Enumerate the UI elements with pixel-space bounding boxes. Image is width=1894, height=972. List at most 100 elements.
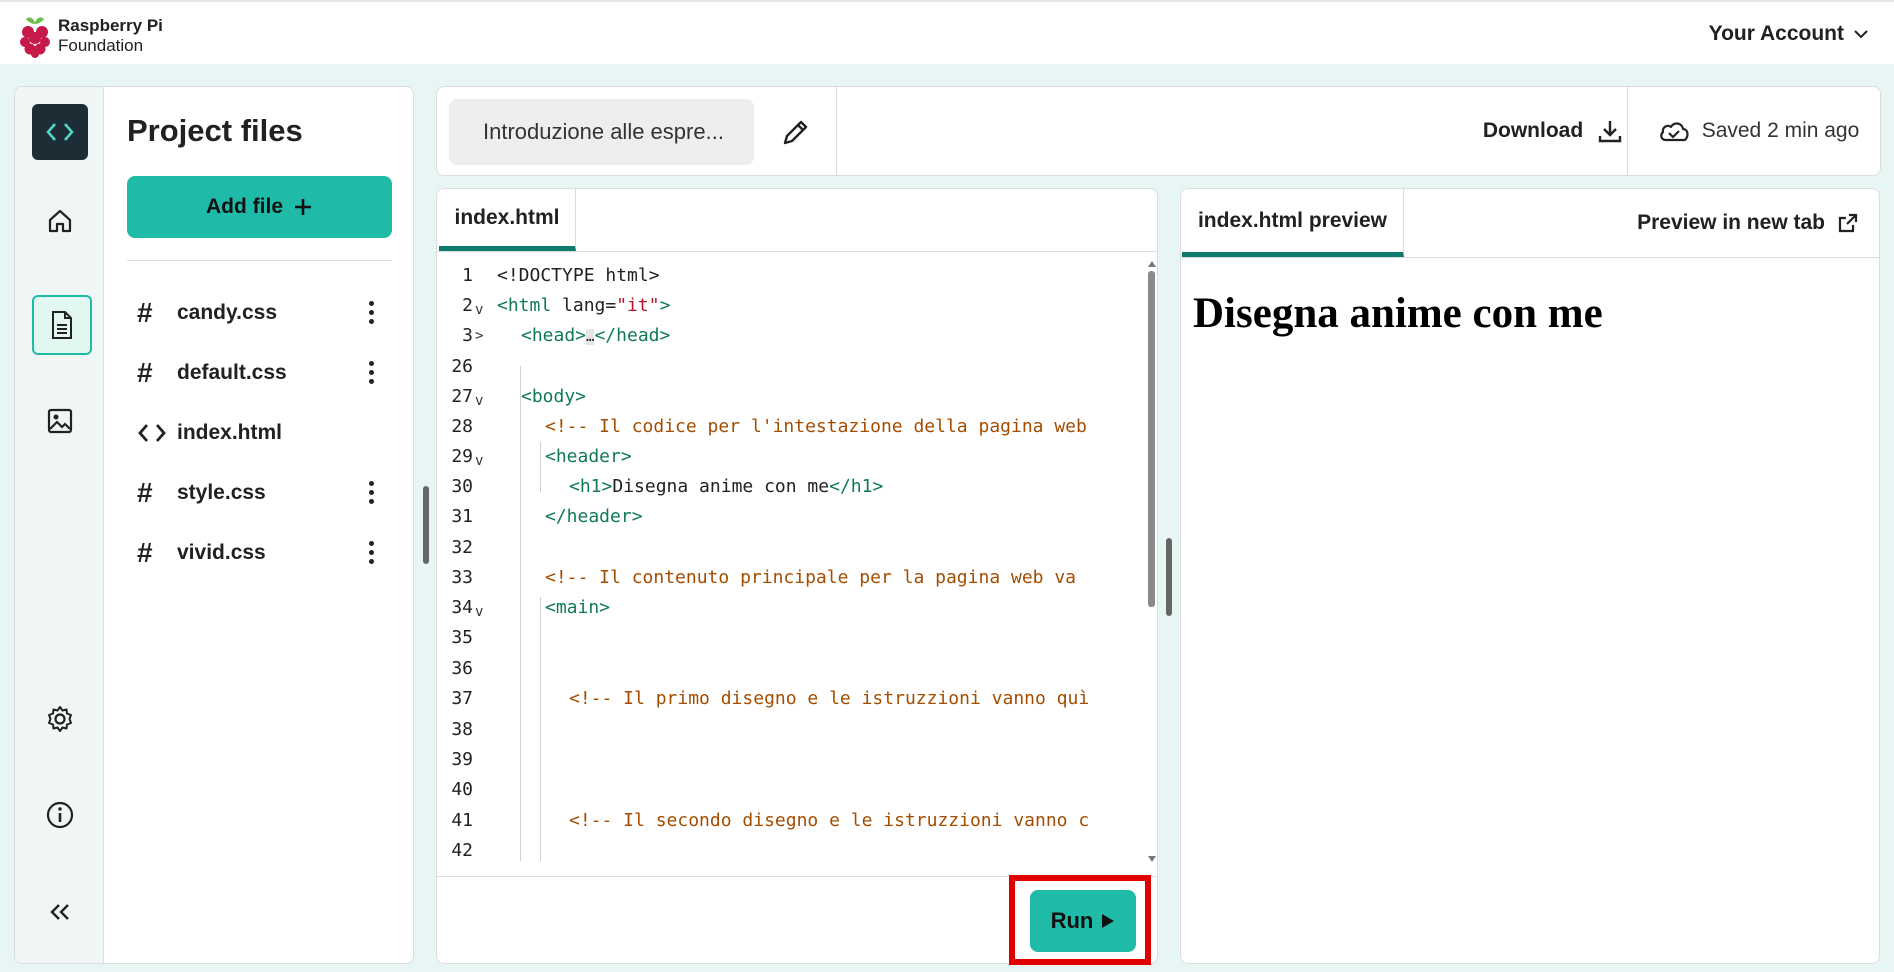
code-icon bbox=[137, 422, 177, 444]
more-options-icon[interactable] bbox=[368, 481, 374, 505]
tab-preview[interactable]: index.html preview bbox=[1182, 189, 1404, 257]
preview-heading: Disegna anime con me bbox=[1193, 290, 1603, 337]
preview-panel: index.html preview Preview in new tab Di… bbox=[1180, 188, 1880, 964]
code-line: 40 bbox=[437, 775, 1145, 805]
file-name: style.css bbox=[177, 481, 266, 504]
run-button[interactable]: Run bbox=[1030, 890, 1136, 952]
editor-logo-button[interactable] bbox=[32, 104, 88, 160]
file-name: default.css bbox=[177, 361, 287, 384]
code-text: <body> bbox=[521, 386, 587, 407]
line-number: 40 bbox=[451, 779, 473, 800]
code-text: <html lang="it"> bbox=[497, 295, 671, 316]
code-line: 41 <!-- Il secondo disegno e le istruzzio… bbox=[437, 806, 1145, 836]
more-options-icon[interactable] bbox=[368, 361, 374, 385]
scroll-up-icon[interactable] bbox=[1148, 261, 1156, 267]
code-line: 3 > <head>…</head> bbox=[437, 321, 1145, 351]
line-number: 41 bbox=[451, 810, 473, 831]
external-link-icon bbox=[1838, 213, 1858, 233]
cloud-check-icon bbox=[1659, 122, 1689, 142]
line-number: 2 bbox=[462, 295, 473, 316]
file-item-candy-css[interactable]: # candy.css bbox=[137, 293, 392, 333]
code-line: 31 </header> bbox=[437, 502, 1145, 532]
preview-new-tab-label: Preview in new tab bbox=[1637, 211, 1825, 234]
download-icon bbox=[1598, 121, 1622, 143]
panel-resize-handle[interactable] bbox=[1166, 538, 1172, 616]
code-line: 39 bbox=[437, 745, 1145, 775]
sidebar-rail bbox=[15, 87, 104, 963]
file-item-vivid-css[interactable]: # vivid.css bbox=[137, 533, 392, 573]
tab-index-html[interactable]: index.html bbox=[439, 189, 576, 251]
code-line: 42 bbox=[437, 836, 1145, 861]
file-item-index-html[interactable]: index.html bbox=[137, 413, 392, 453]
collapse-sidebar-button[interactable] bbox=[32, 884, 88, 940]
line-number: 27 bbox=[451, 386, 473, 407]
code-comment: <!-- Il secondo disegno e le istruzzioni… bbox=[569, 810, 1090, 831]
file-item-style-css[interactable]: # style.css bbox=[137, 473, 392, 513]
account-menu[interactable]: Your Account bbox=[1709, 22, 1868, 46]
project-name[interactable]: Introduzione alle espre... bbox=[449, 99, 754, 165]
code-text: <head>…</head> bbox=[521, 325, 671, 346]
code-editor-panel: index.html 1 <!DOCTYPE html> 2 v <html lang… bbox=[436, 188, 1158, 964]
code-line: 36 bbox=[437, 654, 1145, 684]
add-file-button[interactable]: Add file bbox=[127, 176, 392, 238]
line-number: 3 bbox=[462, 325, 473, 346]
info-button[interactable] bbox=[32, 787, 88, 843]
code-comment: <!-- Il contenuto principale per la pagi… bbox=[545, 567, 1077, 588]
line-number: 29 bbox=[451, 446, 473, 467]
double-chevron-left-icon bbox=[50, 904, 69, 920]
sidebar: Project files Add file # candy.css # def… bbox=[14, 86, 414, 964]
home-button[interactable] bbox=[32, 193, 88, 249]
more-options-icon[interactable] bbox=[368, 541, 374, 565]
line-number: 38 bbox=[451, 719, 473, 740]
plus-icon bbox=[295, 199, 311, 215]
download-button[interactable]: Download bbox=[1453, 87, 1653, 175]
line-number: 30 bbox=[451, 476, 473, 497]
code-area[interactable]: 1 <!DOCTYPE html> 2 v <html lang="it"> 3 > <h… bbox=[437, 261, 1145, 861]
code-line: 33 <!-- Il contenuto principale per la pa… bbox=[437, 563, 1145, 593]
scroll-down-icon[interactable] bbox=[1148, 856, 1156, 862]
pencil-icon[interactable] bbox=[779, 115, 813, 149]
sidebar-resize-handle[interactable] bbox=[423, 486, 429, 564]
top-bar: Raspberry Pi Foundation Your Account bbox=[0, 0, 1894, 64]
images-button[interactable] bbox=[32, 393, 88, 449]
preview-new-tab-button[interactable]: Preview in new tab bbox=[1637, 189, 1859, 257]
code-line: 2 v <html lang="it"> bbox=[437, 291, 1145, 321]
save-status: Saved 2 min ago bbox=[1637, 87, 1880, 175]
file-icon bbox=[52, 311, 72, 339]
code-icon bbox=[46, 123, 74, 141]
project-files-button[interactable] bbox=[32, 295, 92, 355]
line-number: 1 bbox=[462, 265, 473, 286]
info-icon bbox=[46, 801, 74, 829]
hash-icon: # bbox=[137, 477, 153, 508]
code-line: 37 <!-- Il primo disegno e le istruzzioni… bbox=[437, 684, 1145, 714]
code-text: <header> bbox=[545, 446, 632, 467]
code-comment: <!-- Il codice per l'intestazione della … bbox=[545, 416, 1087, 437]
file-item-default-css[interactable]: # default.css bbox=[137, 353, 392, 393]
code-line: 38 bbox=[437, 715, 1145, 745]
code-text: <!DOCTYPE html> bbox=[497, 265, 660, 286]
divider bbox=[836, 87, 837, 175]
gear-icon bbox=[48, 706, 72, 732]
hash-icon: # bbox=[137, 537, 153, 568]
line-number: 36 bbox=[451, 658, 473, 679]
settings-button[interactable] bbox=[32, 691, 88, 747]
raspberry-pi-logo-icon[interactable] bbox=[16, 13, 54, 59]
code-text: </header> bbox=[545, 506, 643, 527]
fold-closed-icon[interactable]: > bbox=[475, 321, 487, 351]
more-options-icon[interactable] bbox=[368, 301, 374, 325]
code-line: 34 v <main> bbox=[437, 593, 1145, 623]
hash-icon: # bbox=[137, 357, 153, 388]
line-number: 35 bbox=[451, 627, 473, 648]
code-line: 27 v <body> bbox=[437, 382, 1145, 412]
line-number: 42 bbox=[451, 840, 473, 861]
code-line: 26 bbox=[437, 352, 1145, 382]
download-label: Download bbox=[1482, 119, 1584, 142]
editor-scrollbar-thumb[interactable] bbox=[1148, 271, 1155, 607]
divider bbox=[1181, 257, 1879, 258]
line-number: 37 bbox=[451, 688, 473, 709]
line-number: 39 bbox=[451, 749, 473, 770]
code-line: 35 bbox=[437, 623, 1145, 653]
line-number: 31 bbox=[451, 506, 473, 527]
account-label: Your Account bbox=[1708, 22, 1844, 45]
home-icon bbox=[48, 209, 72, 233]
